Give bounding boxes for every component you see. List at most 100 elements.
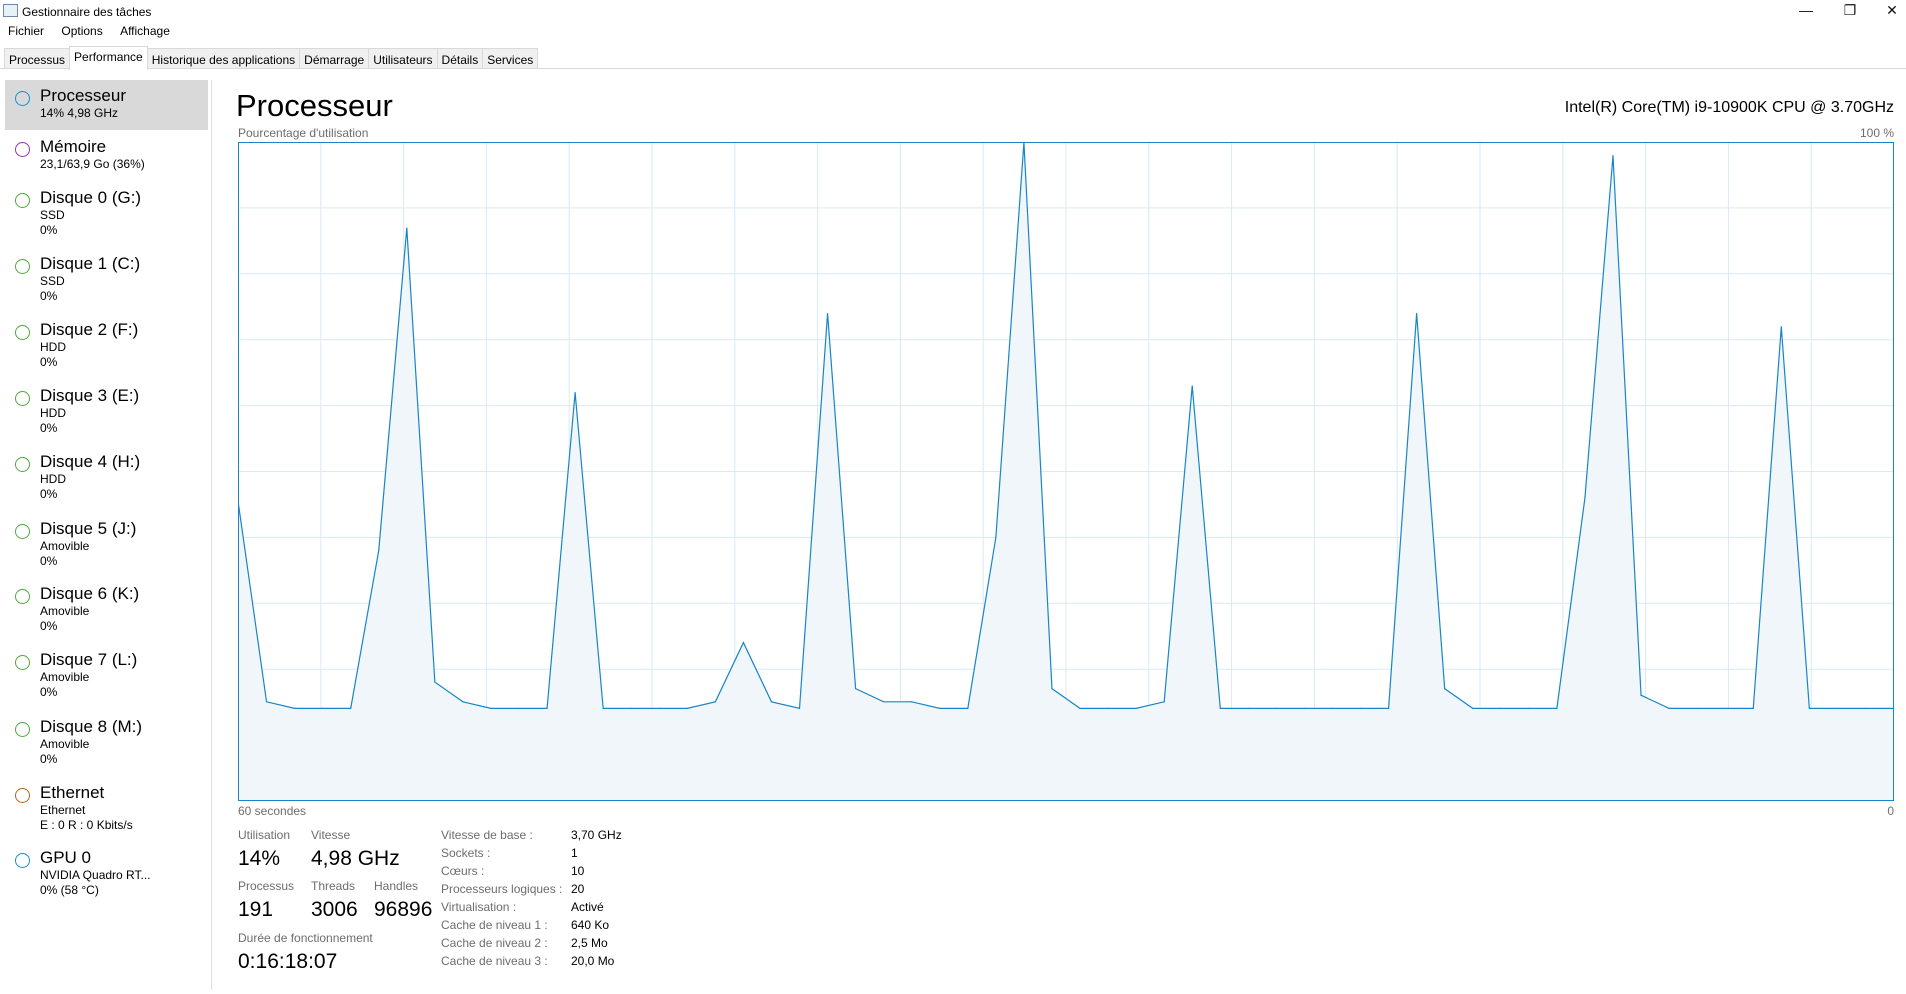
close-button[interactable]: ✕ <box>1872 2 1906 19</box>
utilization-value: 14% <box>238 847 281 870</box>
sidebar-item-value: 0% <box>40 685 58 699</box>
processes-label: Processus <box>238 879 295 893</box>
spec-value: 1 <box>571 846 578 860</box>
usage-point <box>546 707 548 709</box>
usage-point <box>462 701 464 703</box>
usage-point <box>1416 312 1418 315</box>
usage-point <box>658 707 660 709</box>
sidebar-item[interactable]: GPU 0 NVIDIA Quadro RT... 0% (58 °C) <box>5 842 208 904</box>
sidebar-item[interactable]: Disque 3 (E:) HDD 0% <box>5 380 208 442</box>
cpu-usage-chart <box>238 142 1895 801</box>
sidebar-item-name: Disque 5 (J:) <box>40 519 137 538</box>
sidebar-item[interactable]: Disque 8 (M:) Amovible 0% <box>5 711 208 773</box>
usage-point <box>855 688 857 690</box>
sidebar-item[interactable]: Disque 1 (C:) SSD 0% <box>5 248 208 310</box>
menu-options[interactable]: Options <box>61 24 102 38</box>
usage-point <box>1163 701 1165 703</box>
usage-point <box>490 707 492 709</box>
usage-point <box>1640 694 1642 696</box>
sidebar-item-name: Disque 3 (E:) <box>40 386 140 405</box>
spec-label: Cache de niveau 2 : <box>441 936 548 950</box>
usage-point <box>1472 707 1474 709</box>
sidebar-item[interactable]: Disque 4 (H:) HDD 0% <box>5 446 208 508</box>
sidebar-item-name: Disque 8 (M:) <box>40 717 143 736</box>
sidebar-item[interactable]: Disque 5 (J:) Amovible 0% <box>5 513 208 575</box>
status-circle-icon <box>15 524 30 539</box>
spec-label: Sockets : <box>441 846 491 860</box>
speed-label: Vitesse <box>311 828 351 842</box>
sidebar-item-value: 0% <box>40 554 58 568</box>
menu-bar: Fichier Options Affichage <box>0 24 176 44</box>
status-circle-icon <box>15 91 30 106</box>
sidebar-item[interactable]: Disque 2 (F:) HDD 0% <box>5 314 208 376</box>
menu-affichage[interactable]: Affichage <box>120 24 170 38</box>
status-circle-icon <box>15 722 30 737</box>
usage-point <box>1331 707 1334 709</box>
sidebar-item-value: 0% <box>40 355 58 369</box>
status-circle-icon <box>15 325 30 340</box>
window-title: Gestionnaire des tâches <box>22 5 152 19</box>
usage-point <box>686 707 688 709</box>
sidebar-item-detail: NVIDIA Quadro RT... <box>40 868 151 882</box>
usage-point <box>350 707 352 709</box>
sidebar-item-value: 0% <box>40 289 58 303</box>
tab-divider <box>0 68 1906 69</box>
usage-point <box>1752 707 1754 709</box>
chart-min-label: 0 <box>1887 804 1894 818</box>
menu-fichier[interactable]: Fichier <box>8 24 44 38</box>
spec-label: Cache de niveau 3 : <box>441 954 548 968</box>
tab-demarrage[interactable]: Démarrage <box>299 48 370 69</box>
chart-label: Pourcentage d'utilisation <box>238 126 369 140</box>
uptime-value: 0:16:18:07 <box>238 950 338 973</box>
tab-services[interactable]: Services <box>482 48 539 69</box>
threads-label: Threads <box>311 879 356 893</box>
spec-label: Cache de niveau 1 : <box>441 918 548 932</box>
tab-performance[interactable]: Performance <box>69 46 148 70</box>
title-bar: Gestionnaire des tâches — ❐ ✕ <box>0 0 1906 24</box>
usage-point <box>798 707 801 709</box>
usage-point <box>1584 497 1586 499</box>
sidebar-item-detail: HDD <box>40 340 66 354</box>
sidebar-item-detail: Ethernet <box>40 803 86 817</box>
usage-point <box>1696 707 1698 709</box>
sidebar-item-value: 0% (58 °C) <box>40 883 99 897</box>
usage-point <box>1612 155 1614 157</box>
sidebar-item[interactable]: Ethernet Ethernet E : 0 R : 0 Kbits/s <box>5 777 208 839</box>
sidebar-item-value: 0% <box>40 487 58 501</box>
usage-point <box>967 707 969 709</box>
utilization-label: Utilisation <box>238 828 291 842</box>
usage-point <box>602 707 604 709</box>
sidebar-item-value: 0% <box>40 421 58 435</box>
sidebar-item[interactable]: Disque 0 (G:) SSD 0% <box>5 182 208 244</box>
sidebar-item-name: Processeur <box>40 86 126 105</box>
spec-label: Cœurs : <box>441 864 485 878</box>
sidebar-item-value: 0% <box>40 619 58 633</box>
tab-processus[interactable]: Processus <box>4 48 71 69</box>
app-icon <box>3 4 18 17</box>
sidebar-item[interactable]: Disque 7 (L:) Amovible 0% <box>5 644 208 706</box>
sidebar-item-name: Disque 6 (K:) <box>40 584 140 603</box>
usage-point <box>714 701 716 703</box>
sidebar-item[interactable]: Processeur 14% 4,98 GHz <box>5 80 208 130</box>
usage-point <box>1444 688 1446 690</box>
spec-value: 20,0 Mo <box>571 954 615 968</box>
sidebar-item-name: Disque 4 (H:) <box>40 452 141 471</box>
tab-details[interactable]: Détails <box>436 48 484 69</box>
tab-utilisateurs[interactable]: Utilisateurs <box>368 48 438 69</box>
sidebar-item-detail: HDD <box>40 472 66 486</box>
status-circle-icon <box>15 788 30 803</box>
usage-point <box>883 701 885 703</box>
usage-point <box>1836 707 1838 709</box>
spec-label: Processeurs logiques : <box>441 882 563 896</box>
usage-point <box>1135 707 1137 709</box>
sidebar-item[interactable]: Disque 6 (K:) Amovible 0% <box>5 578 208 640</box>
minimize-button[interactable]: — <box>1786 2 1826 18</box>
usage-point <box>1303 707 1306 709</box>
restore-button[interactable]: ❐ <box>1830 2 1870 19</box>
usage-point <box>265 701 268 703</box>
spec-value: 640 Ko <box>571 918 610 932</box>
tab-historique[interactable]: Historique des applications <box>146 48 301 69</box>
usage-point <box>1556 707 1558 709</box>
usage-point <box>826 312 829 315</box>
sidebar-item[interactable]: Mémoire 23,1/63,9 Go (36%) <box>5 131 208 179</box>
